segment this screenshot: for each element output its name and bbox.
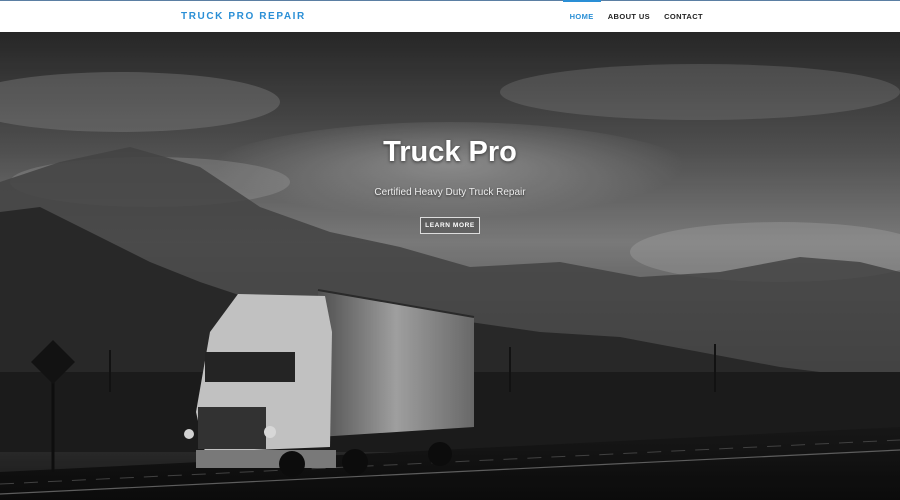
hero-background-image: [0, 32, 900, 500]
learn-more-button[interactable]: LEARN MORE: [420, 217, 480, 234]
nav-link-home[interactable]: HOME: [562, 0, 601, 32]
hero-title: Truck Pro: [383, 136, 517, 168]
hero-section: Truck Pro Certified Heavy Duty Truck Rep…: [0, 32, 900, 500]
main-nav: HOME ABOUT US CONTACT: [562, 0, 710, 32]
nav-link-contact[interactable]: CONTACT: [657, 1, 710, 32]
brand-logo-link[interactable]: TRUCK PRO REPAIR: [181, 11, 306, 22]
hero-subtitle: Certified Heavy Duty Truck Repair: [374, 187, 526, 198]
vignette-overlay: [0, 32, 900, 500]
top-navbar: TRUCK PRO REPAIR HOME ABOUT US CONTACT: [0, 0, 900, 32]
nav-link-about-us[interactable]: ABOUT US: [601, 1, 657, 32]
